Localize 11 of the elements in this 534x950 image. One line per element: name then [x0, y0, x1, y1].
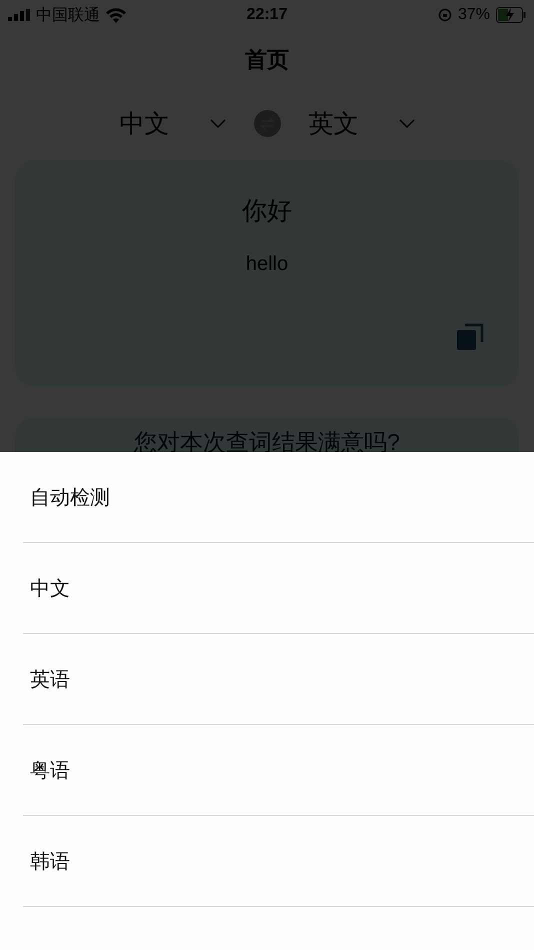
language-option[interactable]: 粤语	[23, 725, 534, 816]
translation-text: hello	[246, 253, 288, 276]
language-option[interactable]: 自动检测	[23, 452, 534, 543]
language-option[interactable]: 中文	[23, 543, 534, 634]
language-option[interactable]: 英语	[23, 634, 534, 725]
clock-time: 22:17	[246, 6, 288, 24]
carrier-name: 中国联通	[36, 6, 100, 26]
page-title: 首页	[244, 46, 290, 74]
battery-percent: 37%	[458, 6, 490, 24]
language-option[interactable]: 韩语	[23, 816, 534, 907]
source-text: 你好	[242, 196, 292, 227]
